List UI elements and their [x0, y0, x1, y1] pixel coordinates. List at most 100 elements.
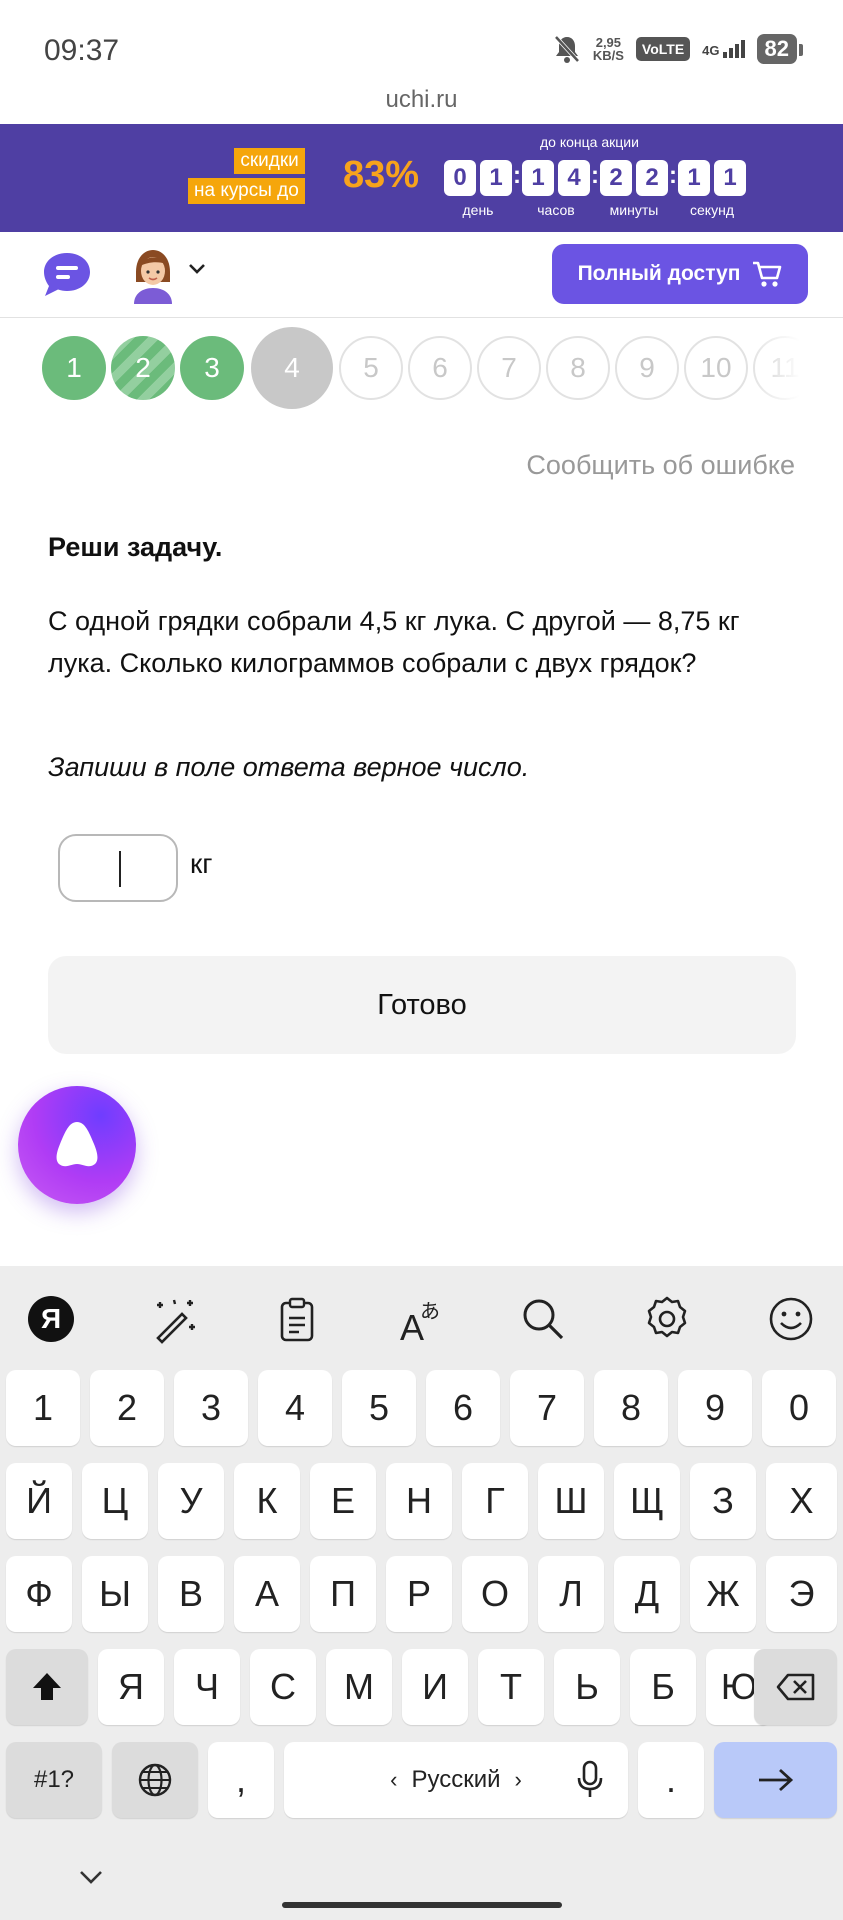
submit-button[interactable]: Готово: [48, 956, 796, 1054]
key-4[interactable]: 4: [258, 1370, 332, 1446]
magic-wand-icon[interactable]: [150, 1294, 200, 1344]
key-letter[interactable]: Н: [386, 1463, 452, 1539]
step-9[interactable]: 9: [615, 336, 679, 400]
key-7[interactable]: 7: [510, 1370, 584, 1446]
key-letter[interactable]: К: [234, 1463, 300, 1539]
step-6[interactable]: 6: [408, 336, 472, 400]
signal-bars-icon: [722, 40, 745, 58]
key-letter[interactable]: Р: [386, 1556, 452, 1632]
key-letter[interactable]: Л: [538, 1556, 604, 1632]
timer-digit: 0: [444, 160, 476, 196]
step-1[interactable]: 1: [42, 336, 106, 400]
key-letter[interactable]: Г: [462, 1463, 528, 1539]
comma-key[interactable]: ,: [208, 1742, 274, 1818]
promo-percent: 83%: [343, 154, 420, 196]
key-letter[interactable]: А: [234, 1556, 300, 1632]
key-letter[interactable]: Х: [766, 1463, 837, 1539]
timer-separator: :: [669, 162, 677, 189]
search-icon[interactable]: [518, 1294, 568, 1344]
step-7[interactable]: 7: [477, 336, 541, 400]
key-letter[interactable]: Ы: [82, 1556, 148, 1632]
home-indicator[interactable]: [282, 1902, 562, 1908]
promo-until-label: до конца акции: [540, 134, 639, 150]
enter-key[interactable]: [714, 1742, 837, 1818]
url-bar[interactable]: uchi.ru: [0, 86, 843, 124]
symbols-key[interactable]: #1?: [6, 1742, 102, 1818]
key-letter[interactable]: Ч: [174, 1649, 240, 1725]
key-letter[interactable]: Ш: [538, 1463, 604, 1539]
key-letter[interactable]: Э: [766, 1556, 837, 1632]
space-key[interactable]: ‹ Русский ›: [284, 1742, 628, 1818]
shift-key[interactable]: [6, 1649, 88, 1725]
status-time: 09:37: [44, 34, 120, 67]
settings-icon[interactable]: [642, 1294, 692, 1344]
step-4-current[interactable]: 4: [251, 327, 333, 409]
avatar[interactable]: [128, 246, 178, 304]
key-letter[interactable]: Щ: [614, 1463, 680, 1539]
promo-banner[interactable]: скидки на курсы до 83% до конца акции 0 …: [0, 124, 843, 232]
key-letter[interactable]: Б: [630, 1649, 696, 1725]
key-0[interactable]: 0: [762, 1370, 836, 1446]
bell-muted-icon: [554, 35, 580, 63]
answer-unit: кг: [190, 848, 213, 879]
timer-minutes: 2 2 минуты: [600, 160, 668, 218]
key-letter[interactable]: О: [462, 1556, 528, 1632]
report-error-link[interactable]: Сообщить об ошибке: [526, 450, 795, 481]
step-2[interactable]: 2: [111, 336, 175, 400]
key-letter[interactable]: В: [158, 1556, 224, 1632]
key-letter[interactable]: М: [326, 1649, 392, 1725]
task-hint: Запиши в поле ответа верное число.: [48, 752, 530, 782]
yandex-logo-icon[interactable]: Я: [26, 1294, 76, 1344]
emoji-icon[interactable]: [766, 1294, 816, 1344]
key-1[interactable]: 1: [6, 1370, 80, 1446]
key-letter[interactable]: Й: [6, 1463, 72, 1539]
full-access-label: Полный доступ: [577, 262, 741, 285]
step-10[interactable]: 10: [684, 336, 748, 400]
key-letter[interactable]: Д: [614, 1556, 680, 1632]
key-letter[interactable]: Я: [98, 1649, 164, 1725]
key-letter[interactable]: Ф: [6, 1556, 72, 1632]
key-9[interactable]: 9: [678, 1370, 752, 1446]
language-key[interactable]: [112, 1742, 198, 1818]
key-6[interactable]: 6: [426, 1370, 500, 1446]
alice-icon: [56, 1122, 98, 1167]
key-letter[interactable]: С: [250, 1649, 316, 1725]
answer-input[interactable]: [58, 834, 178, 902]
timer-separator: :: [513, 162, 521, 189]
status-bar: 09:37 2,95 KB/S VoLTE 4G 82: [0, 0, 843, 86]
timer-seconds: 1 1 секунд: [678, 160, 746, 218]
step-5[interactable]: 5: [339, 336, 403, 400]
key-letter[interactable]: Ь: [554, 1649, 620, 1725]
backspace-key[interactable]: [754, 1649, 837, 1725]
step-3[interactable]: 3: [180, 336, 244, 400]
key-letter[interactable]: П: [310, 1556, 376, 1632]
key-5[interactable]: 5: [342, 1370, 416, 1446]
voice-assistant-button[interactable]: [18, 1086, 136, 1204]
key-8[interactable]: 8: [594, 1370, 668, 1446]
key-letter[interactable]: Т: [478, 1649, 544, 1725]
timer-digit: 1: [480, 160, 512, 196]
chevron-down-icon[interactable]: [188, 262, 206, 276]
key-3[interactable]: 3: [174, 1370, 248, 1446]
key-letter[interactable]: Ж: [690, 1556, 756, 1632]
text-caret: [119, 851, 121, 887]
key-2[interactable]: 2: [90, 1370, 164, 1446]
task-title: Реши задачу.: [48, 532, 223, 562]
clipboard-icon[interactable]: [272, 1294, 322, 1344]
translate-icon[interactable]: A あ: [396, 1294, 446, 1344]
chevron-right-icon: ›: [514, 1767, 522, 1792]
hide-keyboard-chevron-icon[interactable]: [78, 1868, 104, 1886]
period-key[interactable]: .: [638, 1742, 704, 1818]
key-letter[interactable]: З: [690, 1463, 756, 1539]
chat-icon[interactable]: [40, 250, 94, 300]
promo-tag-discounts: скидки: [234, 148, 305, 174]
key-letter[interactable]: У: [158, 1463, 224, 1539]
key-letter[interactable]: Е: [310, 1463, 376, 1539]
key-letter[interactable]: И: [402, 1649, 468, 1725]
timer-label: день: [462, 202, 494, 218]
step-8[interactable]: 8: [546, 336, 610, 400]
globe-icon: [138, 1763, 172, 1797]
countdown-timer: 0 1 день : 1 4 часов : 2 2 минуты : 1 1: [444, 160, 746, 218]
full-access-button[interactable]: Полный доступ: [552, 244, 808, 304]
key-letter[interactable]: Ц: [82, 1463, 148, 1539]
